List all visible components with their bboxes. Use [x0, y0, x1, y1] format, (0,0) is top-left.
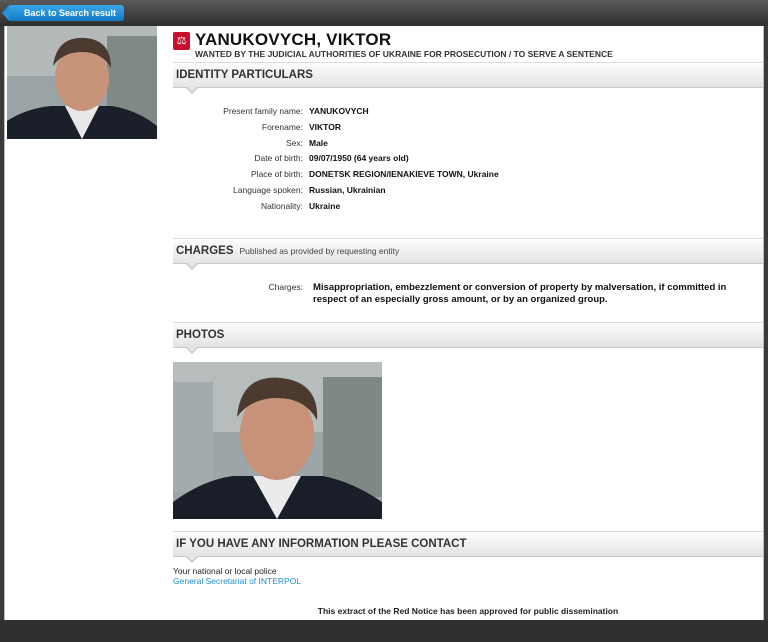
charges-label: Charges: — [268, 282, 304, 292]
notice-page: ⚖ YANUKOVYCH, VIKTOR WANTED BY THE JUDIC… — [4, 26, 764, 620]
identity-row: Sex: Male — [173, 138, 763, 154]
row-label: Forename: — [261, 121, 303, 132]
contact-police-text: Your national or local police — [173, 566, 277, 576]
contact-info: Your national or local police General Se… — [173, 566, 301, 586]
row-label: Language spoken: — [233, 184, 303, 195]
row-value: Male — [309, 137, 328, 148]
identity-row: Forename: VIKTOR — [173, 122, 763, 138]
dissemination-note: This extract of the Red Notice has been … — [317, 606, 619, 616]
identity-row: Present family name: YANUKOVYCH — [173, 106, 763, 122]
back-to-search-button[interactable]: Back to Search result — [1, 5, 125, 21]
identity-row: Place of birth: DONETSK REGION/IENAKIEVE… — [173, 169, 763, 185]
identity-row: Language spoken: Russian, Ukrainian — [173, 185, 763, 201]
charges-text: Misappropriation, embezzlement or conver… — [313, 282, 727, 305]
top-navigation-bar: Back to Search result — [0, 0, 768, 26]
section-notch — [185, 346, 199, 354]
identity-particulars: Present family name: YANUKOVYCH Forename… — [173, 106, 763, 217]
section-notch — [185, 555, 199, 563]
notice-photo[interactable] — [173, 362, 382, 519]
row-label: Place of birth: — [251, 169, 303, 180]
row-value: Russian, Ukrainian — [309, 184, 386, 195]
row-value: DONETSK REGION/IENAKIEVE TOWN, Ukraine — [309, 169, 499, 180]
identity-row: Nationality: Ukraine — [173, 201, 763, 217]
row-value: VIKTOR — [309, 121, 341, 132]
identity-row: Date of birth: 09/07/1950 (64 years old) — [173, 153, 763, 169]
interpol-contact-link[interactable]: General Secretariat of INTERPOL — [173, 576, 301, 586]
row-label: Present family name: — [223, 106, 303, 116]
photos-section-title: PHOTOS — [176, 329, 225, 341]
section-notch — [185, 262, 199, 270]
interpol-logo-icon: ⚖ — [173, 32, 190, 50]
charges-section-subtitle: Published as provided by requesting enti… — [239, 246, 400, 256]
row-label: Nationality: — [260, 200, 303, 211]
profile-thumbnail-photo — [7, 26, 157, 139]
row-label: Sex: — [285, 137, 303, 148]
contact-section-title: IF YOU HAVE ANY INFORMATION PLEASE CONTA… — [176, 538, 467, 550]
identity-section-title: IDENTITY PARTICULARS — [176, 69, 313, 81]
bottom-bar — [0, 620, 768, 642]
row-value: YANUKOVYCH — [309, 106, 369, 116]
wanted-subtitle: WANTED BY THE JUDICIAL AUTHORITIES OF UK… — [195, 49, 613, 59]
row-value: Ukraine — [309, 200, 341, 211]
charges-section-header: CHARGES Published as provided by requesti… — [173, 238, 763, 270]
row-value: 09/07/1950 (64 years old) — [309, 153, 409, 164]
photos-section-header: PHOTOS — [173, 322, 763, 354]
person-name: YANUKOVYCH, VIKTOR — [195, 30, 392, 49]
section-notch — [185, 86, 199, 94]
row-label: Date of birth: — [254, 153, 303, 164]
contact-section-header: IF YOU HAVE ANY INFORMATION PLEASE CONTA… — [173, 531, 763, 563]
identity-section-header: IDENTITY PARTICULARS — [173, 62, 763, 94]
charges-section-title: CHARGES — [176, 245, 234, 257]
